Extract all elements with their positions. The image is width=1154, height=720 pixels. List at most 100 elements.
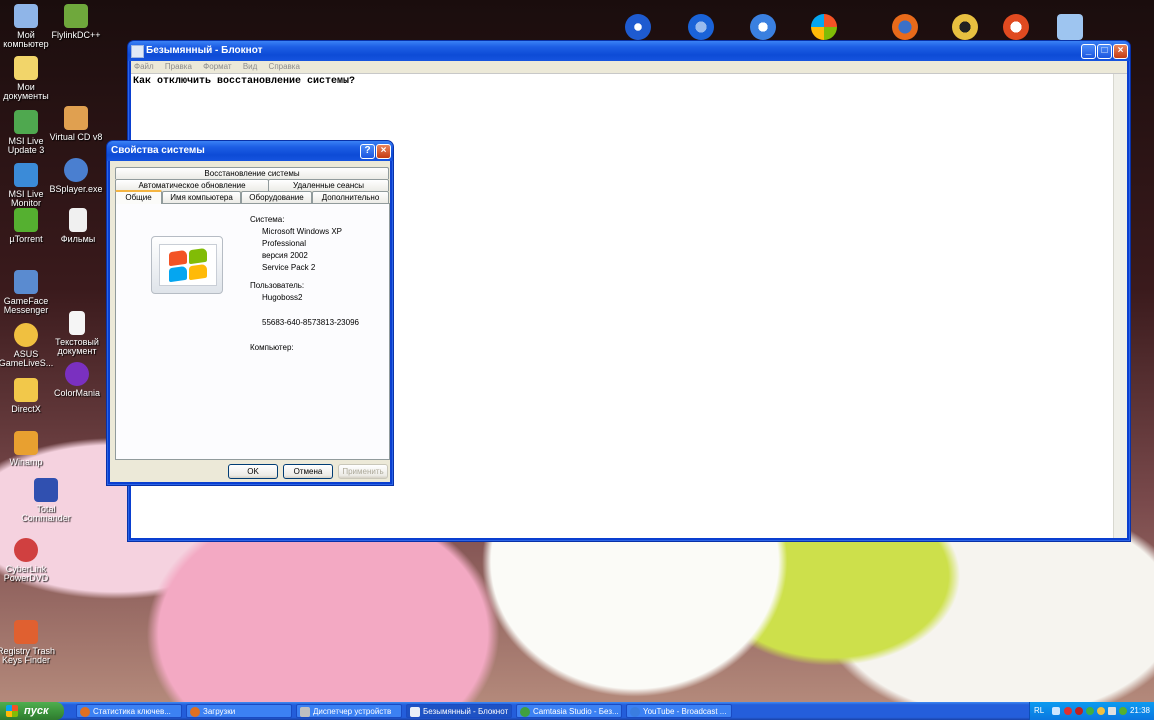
firefox-icon[interactable] [892,14,918,40]
ok-button[interactable]: OK [228,464,278,479]
menu-edit[interactable]: Правка [165,62,192,71]
desktop-icon-label: Текстовый документ [55,337,99,356]
clock[interactable]: 21:38 [1130,702,1150,720]
desktop-icon-flylink[interactable]: FlylinkDC++ [45,4,107,40]
dialog-titlebar[interactable]: Свойства системы ? × [107,141,393,161]
help-button[interactable]: ? [360,144,375,159]
desktop-icon-label: ColorMania [53,388,101,398]
folder-icon [14,56,38,80]
os-version: версия 2002 [262,251,308,260]
network-icon[interactable] [1057,14,1083,40]
msi-tray-icon[interactable] [1086,707,1094,715]
winamp-icon [14,431,38,455]
system-label: Система: [250,215,285,224]
desktop-icon-registry-trash[interactable]: Registry Trash Keys Finder [0,620,57,665]
notepad-titlebar[interactable]: Безымянный - Блокнот _ □ × [128,41,1130,61]
desktop-icon-label: Мой компьютер [3,30,49,49]
desktop-icon-label: FlylinkDC++ [51,30,101,40]
language-indicator[interactable]: RL [1034,702,1044,720]
minimize-button[interactable]: _ [1081,44,1096,59]
menu-format[interactable]: Формат [203,62,231,71]
update-tray-icon[interactable] [1097,707,1105,715]
desktop-icon-label: MSI Live Update 3 [7,136,45,155]
desktop-icon-msi-live-monitor[interactable]: MSI Live Monitor [0,163,57,208]
start-button[interactable]: пуск [0,702,64,720]
desktop-icon-msi-live-update[interactable]: MSI Live Update 3 [0,110,57,155]
security-tray-icon[interactable] [1064,707,1072,715]
system-tray: RL 21:38 [1029,702,1154,720]
desktop-icon-label: Virtual CD v8 [49,132,103,142]
bsplayer-icon [64,158,88,182]
product-id: 55683-640-8573813-23096 [262,318,359,327]
desktop-icon-text-document[interactable]: Текстовый документ [46,311,108,356]
notepad-icon [131,45,144,58]
volume-tray-icon[interactable] [1108,707,1116,715]
taskbar-item-statistics[interactable]: Статистика ключев... [76,704,182,718]
gameface-icon [14,270,38,294]
tab-advanced[interactable]: Дополнительно [312,191,389,203]
taskbar: пуск Статистика ключев... Загрузки Диспе… [0,702,1154,720]
user-name: Hugoboss2 [262,293,303,302]
tab-general[interactable]: Общие [115,190,162,204]
taskbar-item-device-manager[interactable]: Диспетчер устройств [296,704,402,718]
desktop-icon-powerdvd[interactable]: CyberLink PowerDVD [0,538,57,583]
flag-yellow [189,263,207,281]
windows-update-icon[interactable] [811,14,837,40]
apply-button[interactable]: Применить [338,464,388,479]
desktop-icon-total-commander[interactable]: Total Commander [15,478,77,523]
windows-logo-icon [6,705,18,717]
utorrent-tray-icon[interactable] [1119,707,1127,715]
notepad-icon [410,707,420,717]
os-edition: Professional [262,239,307,248]
desktop-icon-label: GameFace Messenger [3,296,49,315]
desktop-icon-my-documents[interactable]: Мои документы [0,56,57,101]
desktop-icon-gameface[interactable]: GameFace Messenger [0,270,57,315]
menu-view[interactable]: Вид [243,62,257,71]
antivirus-tray-icon[interactable] [1075,707,1083,715]
os-name: Microsoft Windows XP [262,227,343,236]
file-icon [69,208,87,232]
mail-icon[interactable] [1003,14,1029,40]
desktop-icon-label: Фильмы [60,234,96,244]
globe-icon[interactable] [625,14,651,40]
firefox-icon [80,707,90,717]
settings-icon[interactable] [750,14,776,40]
cd-icon [64,106,88,130]
webcam-icon[interactable] [952,14,978,40]
cancel-button[interactable]: Отмена [283,464,333,479]
desktop-icon-label: DirectX [11,404,41,414]
desktop-icon-winamp[interactable]: Winamp [0,431,57,467]
taskbar-item-downloads[interactable]: Загрузки [186,704,292,718]
desktop-icon-films[interactable]: Фильмы [47,208,109,244]
network-tray-icon[interactable] [1052,707,1060,715]
colormania-icon [65,362,89,386]
taskbar-item-camtasia[interactable]: Camtasia Studio - Без... [516,704,622,718]
taskbar-item-notepad[interactable]: Безымянный - Блокнот [406,704,512,718]
notepad-title: Безымянный - Блокнот [146,45,263,56]
menu-help[interactable]: Справка [269,62,300,71]
task-label: Безымянный - Блокнот [423,707,509,716]
general-tab-panel: Система: Microsoft Windows XP Profession… [115,203,390,460]
vertical-scrollbar[interactable] [1113,74,1127,538]
system-properties-dialog[interactable]: Свойства системы ? × Восстановление сист… [106,140,394,486]
tab-system-restore[interactable]: Восстановление системы [115,167,389,179]
flylink-icon [64,4,88,28]
desktop-icon-label: MSI Live Monitor [8,189,44,208]
close-button[interactable]: × [376,144,391,159]
desktop-icon-label: µTorrent [9,234,43,244]
desktop-icon-directx[interactable]: DirectX [0,378,57,414]
close-button[interactable]: × [1113,44,1128,59]
desktop-icon-label: Мои документы [3,82,49,101]
maximize-button[interactable]: □ [1097,44,1112,59]
tab-computer-name[interactable]: Имя компьютера [162,191,241,203]
monitor-icon [14,163,38,187]
menu-file[interactable]: Файл [134,62,154,71]
tab-hardware[interactable]: Оборудование [241,191,312,203]
asus-icon [14,323,38,347]
task-label: Загрузки [203,707,236,716]
browser-icon[interactable] [688,14,714,40]
folder-icon [14,378,38,402]
service-pack: Service Pack 2 [262,263,316,272]
taskbar-item-youtube[interactable]: YouTube - Broadcast ... [626,704,732,718]
tab-remote-sessions[interactable]: Удаленные сеансы [268,179,389,191]
